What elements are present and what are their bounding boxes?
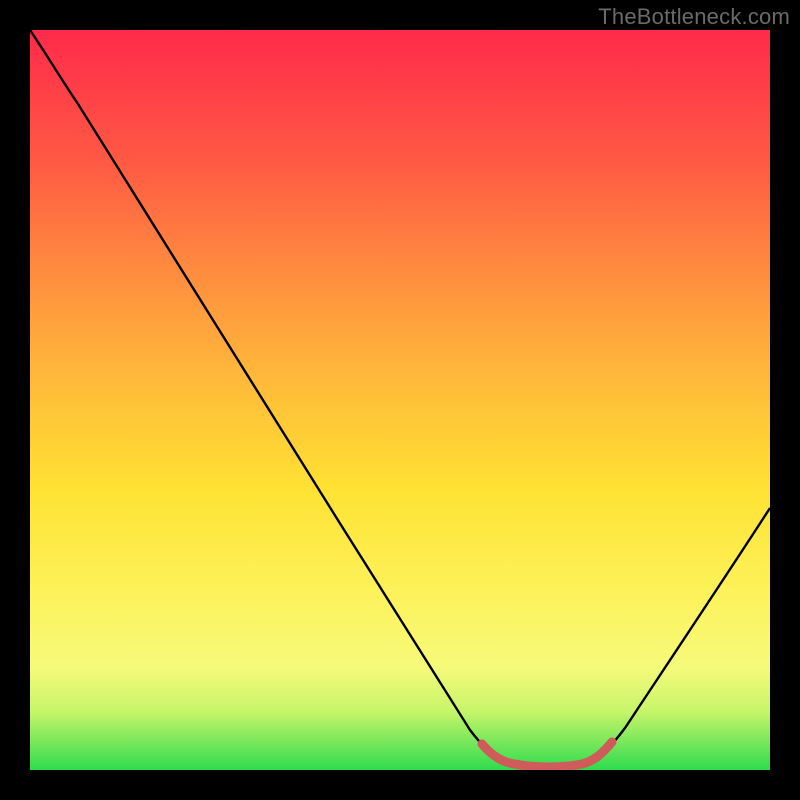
watermark-label: TheBottleneck.com: [598, 4, 790, 30]
bottleneck-curve-path: [30, 30, 770, 767]
chart-frame: TheBottleneck.com: [0, 0, 800, 800]
optimal-segment-path: [482, 742, 612, 767]
curve-svg: [30, 30, 770, 770]
plot-area: [30, 30, 770, 770]
